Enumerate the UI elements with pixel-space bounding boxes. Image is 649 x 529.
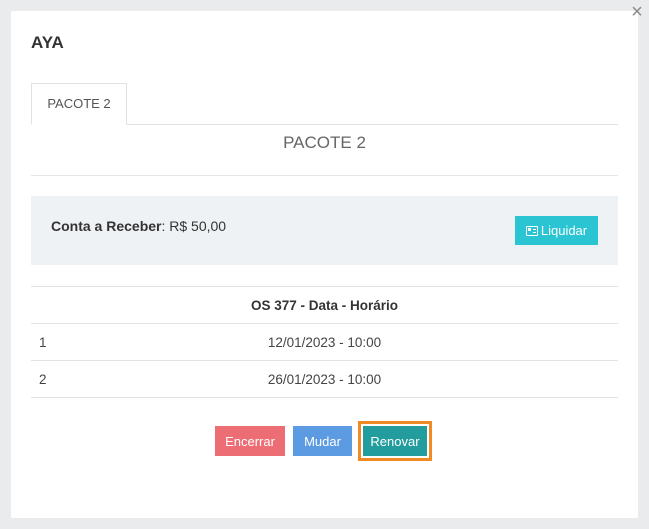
table-header: OS 377 - Data - Horário xyxy=(31,286,618,324)
table-header-row: OS 377 - Data - Horário xyxy=(31,286,618,324)
encerrar-button[interactable]: Encerrar xyxy=(215,426,285,456)
modal-dialog: AYA PACOTE 2 PACOTE 2 Conta a Receber: R… xyxy=(11,11,638,518)
renovar-button[interactable]: Renovar xyxy=(363,426,427,456)
row-datetime: 26/01/2023 - 10:00 xyxy=(71,360,618,398)
row-datetime: 12/01/2023 - 10:00 xyxy=(71,323,618,361)
table-row: 2 26/01/2023 - 10:00 xyxy=(31,360,618,398)
renovar-highlight: Renovar xyxy=(358,421,432,461)
table-row: 1 12/01/2023 - 10:00 xyxy=(31,323,618,361)
close-icon[interactable]: × xyxy=(629,2,645,22)
receivable-label: Conta a Receber xyxy=(51,218,162,234)
row-index: 1 xyxy=(31,323,71,361)
receivable-separator: : xyxy=(161,218,166,234)
action-bar: Encerrar Mudar Renovar xyxy=(11,421,638,461)
receivable-panel: Conta a Receber: R$ 50,00 Liquidar xyxy=(31,196,618,265)
liquidar-label: Liquidar xyxy=(540,223,588,238)
divider xyxy=(31,175,618,176)
tab-pacote-2[interactable]: PACOTE 2 xyxy=(31,83,127,125)
pane-title: PACOTE 2 xyxy=(283,133,366,152)
receivable-value: R$ 50,00 xyxy=(169,218,227,234)
tab-bar: PACOTE 2 xyxy=(31,83,618,125)
os-table: OS 377 - Data - Horário 1 12/01/2023 - 1… xyxy=(31,286,618,398)
modal-title: AYA xyxy=(31,33,64,52)
mudar-button[interactable]: Mudar xyxy=(293,426,352,456)
receivable-text: Conta a Receber: R$ 50,00 xyxy=(51,218,226,234)
liquidar-button[interactable]: Liquidar xyxy=(515,216,598,245)
id-card-icon xyxy=(525,225,538,236)
row-index: 2 xyxy=(31,360,71,398)
